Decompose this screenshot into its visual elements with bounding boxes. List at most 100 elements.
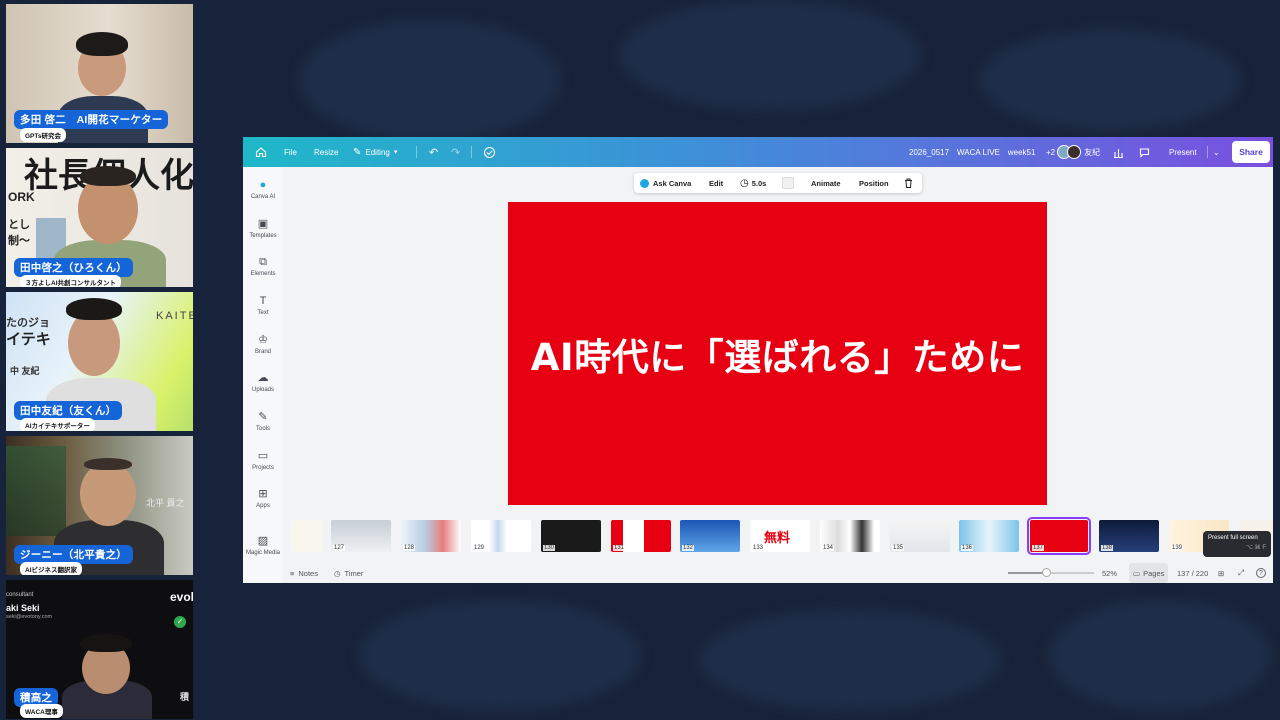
check-icon: ✓ xyxy=(174,616,186,628)
video-tile-4[interactable]: 北平 貴之 ジーニー（北平貴之） AIビジネス翻訳家 xyxy=(6,436,193,575)
comments-button[interactable] xyxy=(1139,137,1150,167)
page-thumbnail[interactable] xyxy=(291,520,323,552)
notes-button[interactable]: ≡ Notes xyxy=(290,563,318,583)
duration-button[interactable]: ◷ 5.0s xyxy=(740,173,766,193)
sidebar-item-label: Canva AI xyxy=(250,194,276,200)
background-text: seki@evotony.com xyxy=(6,614,53,620)
page-thumbnail[interactable]: 128 xyxy=(401,520,461,552)
zoom-slider-handle[interactable] xyxy=(1042,568,1051,577)
page-thumbnail[interactable]: 135 xyxy=(890,520,950,552)
element-context-toolbar: Ask Canva Edit ◷ 5.0s Animate Position xyxy=(634,173,922,193)
insights-button[interactable] xyxy=(1113,137,1124,167)
sidebar-item-label: Templates xyxy=(249,233,277,239)
video-tile-3[interactable]: KAITE たのジョ イテキ 中 友紀 田中友紀（友くん） AIカイテキサポータ… xyxy=(6,292,193,431)
video-tile-1[interactable]: 多田 啓二 AI開花マーケター GPTs研究会 xyxy=(6,4,193,143)
comment-icon xyxy=(1139,147,1150,158)
uploads-icon: ☁ xyxy=(257,372,269,384)
sidebar-item-elements[interactable]: ⧉ Elements xyxy=(243,256,283,278)
sidebar-item-templates[interactable]: ▣ Templates xyxy=(243,219,283,240)
page-thumbnail[interactable]: 138 xyxy=(1099,520,1159,552)
current-slide-canvas[interactable]: AI時代に「選ばれる」ために xyxy=(508,202,1047,505)
page-thumbnail-selected[interactable]: 137 xyxy=(1027,517,1091,555)
chevron-down-icon: ⌄ xyxy=(1213,147,1220,157)
participant-role: AIビジネス翻訳家 xyxy=(20,562,82,575)
fullscreen-button[interactable]: ⤢ xyxy=(1238,563,1244,583)
help-button[interactable]: ? xyxy=(1256,563,1266,583)
page-filmstrip: 127 128 129 130 131 132 無料 133 134 135 1… xyxy=(283,515,1273,557)
bottom-status-bar: ≡ Notes ◷ Timer 52% ▭ Pages 137 / 220 ⊞ … xyxy=(283,563,1273,583)
redo-button[interactable]: ↷ xyxy=(451,137,460,167)
file-menu-button[interactable]: File xyxy=(280,137,301,167)
page-thumbnail[interactable]: 127 xyxy=(331,520,391,552)
page-number: 137 xyxy=(1032,545,1045,551)
delete-button[interactable] xyxy=(904,173,913,193)
undo-button[interactable]: ↶ xyxy=(429,137,438,167)
timer-button[interactable]: ◷ Timer xyxy=(334,563,363,583)
editing-label: Editing xyxy=(365,147,390,157)
page-number: 130 xyxy=(543,545,556,551)
pencil-icon: ✎ xyxy=(353,146,362,158)
page-count: 137 / 220 xyxy=(1177,568,1209,578)
grid-icon: ⊞ xyxy=(1218,568,1225,578)
video-tile-5[interactable]: consultant aki Seki seki@evotony.com evo… xyxy=(6,580,193,719)
zoom-level[interactable]: 52% xyxy=(1102,563,1117,583)
canva-ai-icon xyxy=(640,178,649,188)
sidebar-item-uploads[interactable]: ☁ Uploads xyxy=(243,372,283,394)
elements-icon: ⧉ xyxy=(259,256,267,268)
grid-view-button[interactable]: ⊞ xyxy=(1218,563,1224,583)
ask-canva-label: Ask Canva xyxy=(653,178,692,188)
sidebar-item-label: Magic Media xyxy=(245,550,280,556)
collaborators[interactable]: +2 友紀 xyxy=(1046,137,1100,167)
zoom-slider[interactable] xyxy=(1008,563,1094,583)
page-thumbnail[interactable]: 134 xyxy=(820,520,880,552)
sidebar-item-label: Brand xyxy=(254,349,271,355)
color-swatch[interactable] xyxy=(782,173,794,193)
sidebar-item-label: Uploads xyxy=(251,387,274,393)
page-number: 139 xyxy=(1171,545,1184,551)
page-thumbnail[interactable]: 131 xyxy=(611,520,671,552)
sidebar-item-magic-media[interactable]: ▨ Magic Media xyxy=(243,536,283,557)
sidebar-item-apps[interactable]: ⊞ Apps xyxy=(243,489,283,510)
sidebar-item-canva-ai[interactable]: ● Canva AI xyxy=(243,180,283,201)
page-thumbnail[interactable]: 130 xyxy=(541,520,601,552)
background-text: とし 制〜 xyxy=(8,219,30,247)
page-thumbnail[interactable]: 無料 133 xyxy=(750,520,810,552)
position-button[interactable]: Position xyxy=(859,173,889,193)
sidebar-item-label: Projects xyxy=(252,465,274,471)
pages-toggle-button[interactable]: ▭ Pages xyxy=(1129,563,1169,583)
page-thumbnail[interactable]: 132 xyxy=(680,520,740,552)
present-options-dropdown[interactable]: ⌄ xyxy=(1213,137,1220,167)
sidebar-item-text[interactable]: T Text xyxy=(243,296,283,317)
background-text: consultant xyxy=(6,592,34,598)
animate-button[interactable]: Animate xyxy=(811,173,841,193)
sidebar-item-tools[interactable]: ✎ Tools xyxy=(243,412,283,433)
share-button[interactable]: Share xyxy=(1232,141,1270,163)
participant-role: WACA理事 xyxy=(20,704,63,718)
left-sidebar: ● Canva AI ▣ Templates ⧉ Elements T Text… xyxy=(243,167,283,583)
page-thumbnail[interactable]: 129 xyxy=(471,520,531,552)
ask-canva-button[interactable]: Ask Canva xyxy=(640,173,691,193)
sidebar-item-projects[interactable]: ▭ Projects xyxy=(243,450,283,472)
present-fullscreen-tooltip: Present full screen ⌥ ⌘ F xyxy=(1203,531,1271,557)
resize-button[interactable]: Resize xyxy=(310,137,342,167)
background-text: 積 xyxy=(180,692,190,702)
page-number: 136 xyxy=(961,545,974,551)
editing-mode-dropdown[interactable]: ✎ Editing ▾ xyxy=(353,137,397,167)
top-toolbar: File Resize ✎ Editing ▾ ↶ ↷ 2026_0517 WA… xyxy=(243,137,1273,167)
page-number: 129 xyxy=(473,545,486,551)
edit-button[interactable]: Edit xyxy=(709,173,723,193)
projects-icon: ▭ xyxy=(257,450,269,462)
sidebar-item-brand[interactable]: ♔ Brand xyxy=(243,335,283,356)
page-thumbnail[interactable]: 136 xyxy=(959,520,1019,552)
slide-headline[interactable]: AI時代に「選ばれる」ために xyxy=(531,327,1024,381)
save-status-button[interactable] xyxy=(483,137,496,167)
page-number: 138 xyxy=(1101,545,1114,551)
present-button[interactable]: Present xyxy=(1165,137,1201,167)
video-tile-2[interactable]: 社長個人化 ORK とし 制〜 田中啓之（ひろくん） ３方よしAI共創コンサルタ… xyxy=(6,148,193,287)
document-title[interactable]: 2026_0517 WACA LIVE week51 xyxy=(909,137,1035,167)
sidebar-item-label: Apps xyxy=(256,503,270,509)
home-button[interactable] xyxy=(255,137,267,167)
page-number: 131 xyxy=(613,545,626,551)
chevron-down-icon: ▾ xyxy=(393,149,398,156)
sidebar-item-label: Text xyxy=(257,310,269,316)
